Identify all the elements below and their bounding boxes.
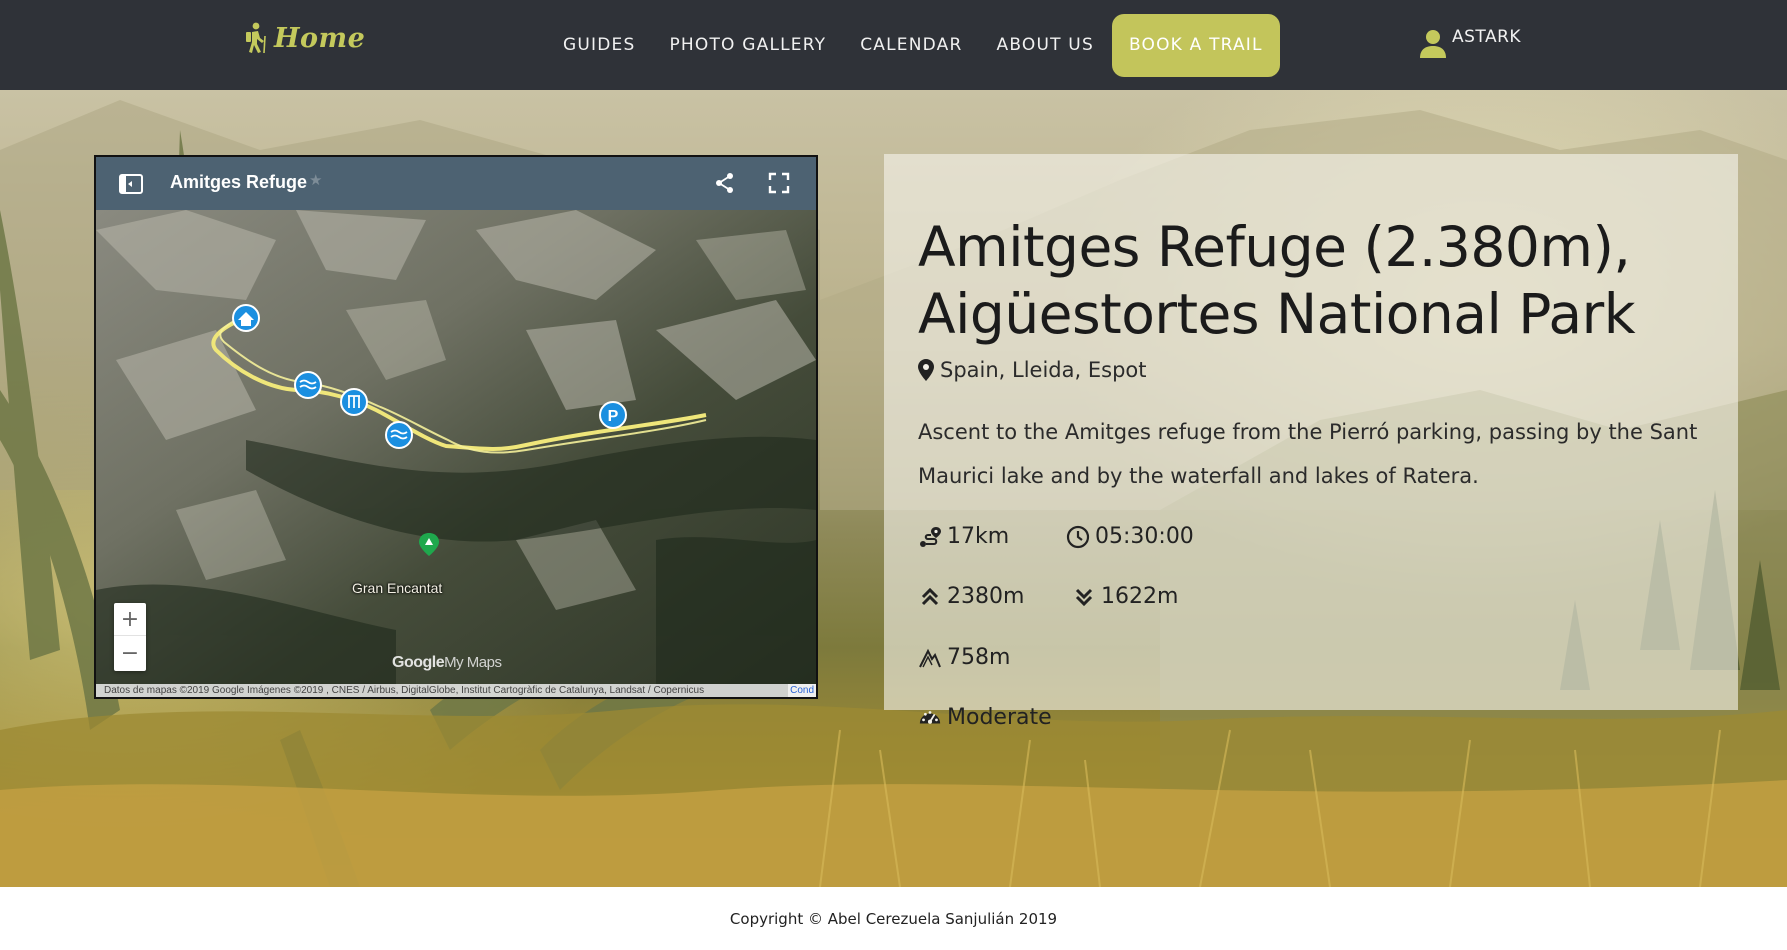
nav-calendar[interactable]: CALENDAR: [843, 0, 979, 90]
my-maps-logo-text: My Maps: [444, 654, 502, 671]
google-my-maps-logo: GoogleMy Maps: [392, 654, 502, 672]
copyright-text: Copyright © Abel Cerezuela Sanjulián 201…: [729, 910, 1058, 928]
double-chevron-up-icon: [921, 587, 939, 605]
hero-section: Amitges Refuge ★ P + − Gran Encantat Goo…: [0, 90, 1787, 887]
distance-value: 17km: [947, 524, 1010, 549]
nav-about-us[interactable]: ABOUT US: [980, 0, 1111, 90]
trail-title: Amitges Refuge (2.380m), Aigüestortes Na…: [918, 215, 1636, 346]
difficulty-value: Moderate: [947, 705, 1052, 730]
navbar: Home GUIDES PHOTO GALLERY CALENDAR ABOUT…: [0, 0, 1787, 90]
min-altitude-value: 1622m: [1101, 584, 1179, 609]
nav-photo-gallery[interactable]: PHOTO GALLERY: [652, 0, 843, 90]
svg-text:P: P: [608, 408, 619, 425]
lake-marker: [294, 371, 322, 399]
parking-marker: P: [599, 401, 627, 429]
trail-info-card: Amitges Refuge (2.380m), Aigüestortes Na…: [884, 154, 1738, 730]
share-icon[interactable]: [714, 172, 736, 194]
trail-description: Ascent to the Amitges refuge from the Pi…: [918, 420, 1698, 488]
map-header: Amitges Refuge ★: [96, 157, 816, 210]
distance-stat: 17km: [918, 524, 1009, 549]
side-panel-icon[interactable]: [119, 174, 143, 194]
home-marker: [232, 304, 260, 332]
difficulty-stat: Moderate: [918, 705, 1052, 730]
map-marker-icon: [918, 359, 934, 381]
trail-map[interactable]: Amitges Refuge ★ P + − Gran Encantat Goo…: [94, 155, 818, 699]
nav-guides[interactable]: GUIDES: [546, 0, 652, 90]
zoom-out-button[interactable]: −: [114, 637, 146, 670]
map-title: Amitges Refuge: [170, 172, 308, 192]
elevation-gain-stat: 758m: [918, 645, 1010, 670]
fullscreen-icon[interactable]: [768, 172, 790, 194]
double-chevron-down-icon: [1075, 588, 1093, 606]
max-altitude-stat: 2380m: [918, 584, 1024, 609]
elevation-gain-value: 758m: [947, 645, 1011, 670]
footer: Copyright © Abel Cerezuela Sanjulián 201…: [0, 887, 1787, 950]
zoom-in-button[interactable]: +: [114, 603, 146, 636]
map-attribution-text: Datos de mapas ©2019 Google Imágenes ©20…: [104, 685, 705, 696]
gauge-icon: [919, 710, 941, 724]
satellite-map[interactable]: P: [96, 210, 816, 697]
map-terms-link[interactable]: Cond: [788, 684, 816, 697]
book-a-trail-button[interactable]: BOOK A TRAIL: [1111, 13, 1280, 77]
location-text: Spain, Lleida, Espot: [940, 358, 1147, 382]
home-link[interactable]: Home: [242, 22, 365, 54]
duration-value: 05:30:00: [1095, 524, 1194, 549]
lake-marker: [385, 421, 413, 449]
trail-location: Spain, Lleida, Espot: [918, 358, 1146, 382]
brand-label: Home: [274, 22, 366, 54]
clock-icon: [1066, 525, 1090, 548]
user-name: ASTARK: [1452, 27, 1522, 47]
map-place-label: Gran Encantat: [352, 580, 443, 596]
hiker-icon: [246, 22, 266, 54]
google-logo-text: Google: [392, 654, 445, 671]
elevation-icon: [919, 648, 941, 667]
waterfall-marker: [340, 388, 368, 416]
star-icon[interactable]: ★: [309, 171, 322, 189]
route-icon: [920, 526, 941, 547]
map-zoom-controls: + −: [114, 603, 146, 671]
map-attribution: Datos de mapas ©2019 Google Imágenes ©20…: [96, 684, 816, 697]
max-altitude-value: 2380m: [947, 584, 1025, 609]
duration-stat: 05:30:00: [1066, 524, 1194, 549]
main-nav: GUIDES PHOTO GALLERY CALENDAR ABOUT US B…: [546, 0, 1280, 90]
min-altitude-stat: 1622m: [1072, 584, 1178, 609]
user-icon: [1420, 30, 1446, 58]
user-menu[interactable]: ASTARK: [1418, 27, 1521, 59]
